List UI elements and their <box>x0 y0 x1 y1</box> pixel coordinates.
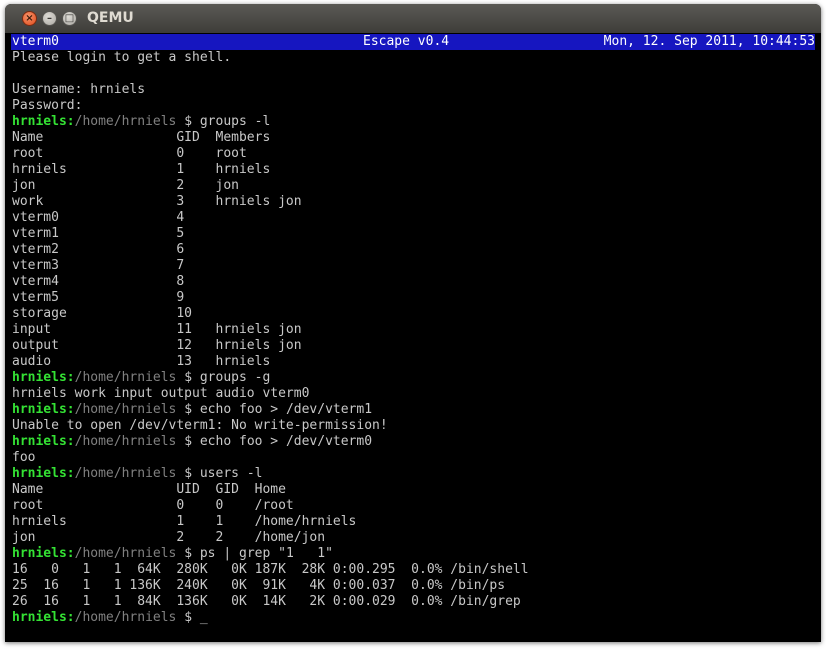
status-title: Escape v0.4 <box>363 34 450 49</box>
status-bar: vterm0 Escape v0.4 Mon, 12. Sep 2011, 10… <box>11 34 815 50</box>
output-line: output 12 hrniels jon <box>12 338 302 353</box>
command-text: $ <box>176 610 200 625</box>
prompt-separator: : <box>66 546 75 561</box>
minimize-button[interactable]: – <box>42 11 57 26</box>
prompt-path: /home/hrniels <box>74 610 177 625</box>
output-line: 16 0 1 1 64K 280K 0K 187K 28K 0:00.295 0… <box>12 562 529 577</box>
qemu-window: × – □ QEMU vterm0 Escape v0.4 Mon, 12. S… <box>5 4 821 642</box>
command-text: $ groups -g <box>176 370 271 385</box>
prompt-separator: : <box>66 402 75 417</box>
command-text: $ echo foo > /dev/vterm1 <box>176 402 373 417</box>
output-line: Please login to get a shell. <box>12 50 232 65</box>
output-line: Name UID GID Home <box>12 482 286 497</box>
title-bar[interactable]: × – □ QEMU <box>5 4 821 33</box>
output-line: audio 13 hrniels <box>12 354 271 369</box>
window-title: QEMU <box>87 10 134 26</box>
output-line: Username: hrniels <box>12 82 146 97</box>
terminal-screen[interactable]: vterm0 Escape v0.4 Mon, 12. Sep 2011, 10… <box>11 34 815 638</box>
terminal-output: Please login to get a shell. Username: hr… <box>12 50 815 638</box>
output-line: vterm0 4 <box>12 210 185 225</box>
prompt-line: hrniels:/home/hrniels $ groups -g <box>12 370 815 386</box>
output-line: jon 2 2 /home/jon <box>12 530 326 545</box>
maximize-icon: □ <box>64 12 75 24</box>
output-line: 26 16 1 1 84K 136K 0K 14K 2K 0:00.029 0.… <box>12 594 521 609</box>
output-line: storage 10 <box>12 306 193 321</box>
output-line: Unable to open /dev/vterm1: No write-per… <box>12 418 388 433</box>
prompt-path: /home/hrniels <box>74 466 177 481</box>
prompt-path: /home/hrniels <box>74 546 177 561</box>
prompt-path: /home/hrniels <box>74 114 177 129</box>
text-cursor[interactable]: _ <box>200 610 208 625</box>
output-line: work 3 hrniels jon <box>12 194 302 209</box>
command-text: $ groups -l <box>176 114 271 129</box>
prompt-line: hrniels:/home/hrniels $ ps | grep "1 1" <box>12 546 815 562</box>
command-text: $ ps | grep "1 1" <box>176 546 333 561</box>
prompt-user: hrniels <box>12 610 67 625</box>
output-line: 25 16 1 1 136K 240K 0K 91K 4K 0:00.037 0… <box>12 578 506 593</box>
command-text: $ echo foo > /dev/vterm0 <box>176 434 373 449</box>
output-line: vterm4 8 <box>12 274 185 289</box>
prompt-path: /home/hrniels <box>74 402 177 417</box>
prompt-line: hrniels:/home/hrniels $ echo foo > /dev/… <box>12 434 815 450</box>
prompt-line: hrniels:/home/hrniels $ echo foo > /dev/… <box>12 402 815 418</box>
output-line: hrniels 1 1 /home/hrniels <box>12 514 357 529</box>
prompt-separator: : <box>66 114 75 129</box>
prompt-user: hrniels <box>12 402 67 417</box>
output-line: foo <box>12 450 36 465</box>
status-datetime: Mon, 12. Sep 2011, 10:44:53 <box>603 34 815 49</box>
output-line: vterm3 7 <box>12 258 185 273</box>
prompt-separator: : <box>66 370 75 385</box>
status-vterm: vterm0 <box>12 34 59 49</box>
prompt-user: hrniels <box>12 466 67 481</box>
close-button[interactable]: × <box>22 11 37 26</box>
output-line: vterm1 5 <box>12 226 185 241</box>
prompt-separator: : <box>66 610 75 625</box>
output-line: vterm2 6 <box>12 242 185 257</box>
output-line: Name GID Members <box>12 130 271 145</box>
prompt-user: hrniels <box>12 114 67 129</box>
prompt-line: hrniels:/home/hrniels $ users -l <box>12 466 815 482</box>
output-line: jon 2 jon <box>12 178 239 193</box>
close-icon: × <box>25 12 34 24</box>
output-line: root 0 root <box>12 146 247 161</box>
prompt-user: hrniels <box>12 370 67 385</box>
prompt-line: hrniels:/home/hrniels $ _ <box>12 610 815 626</box>
output-line: input 11 hrniels jon <box>12 322 302 337</box>
output-line: vterm5 9 <box>12 290 185 305</box>
output-line: Password: <box>12 98 83 113</box>
prompt-line: hrniels:/home/hrniels $ groups -l <box>12 114 815 130</box>
prompt-user: hrniels <box>12 434 67 449</box>
command-text: $ users -l <box>176 466 263 481</box>
maximize-button[interactable]: □ <box>62 11 77 26</box>
output-line: hrniels 1 hrniels <box>12 162 271 177</box>
prompt-user: hrniels <box>12 546 67 561</box>
prompt-path: /home/hrniels <box>74 434 177 449</box>
prompt-path: /home/hrniels <box>74 370 177 385</box>
prompt-separator: : <box>66 466 75 481</box>
output-line: hrniels work input output audio vterm0 <box>12 386 310 401</box>
prompt-separator: : <box>66 434 75 449</box>
minimize-icon: – <box>47 12 52 24</box>
output-line: root 0 0 /root <box>12 498 294 513</box>
